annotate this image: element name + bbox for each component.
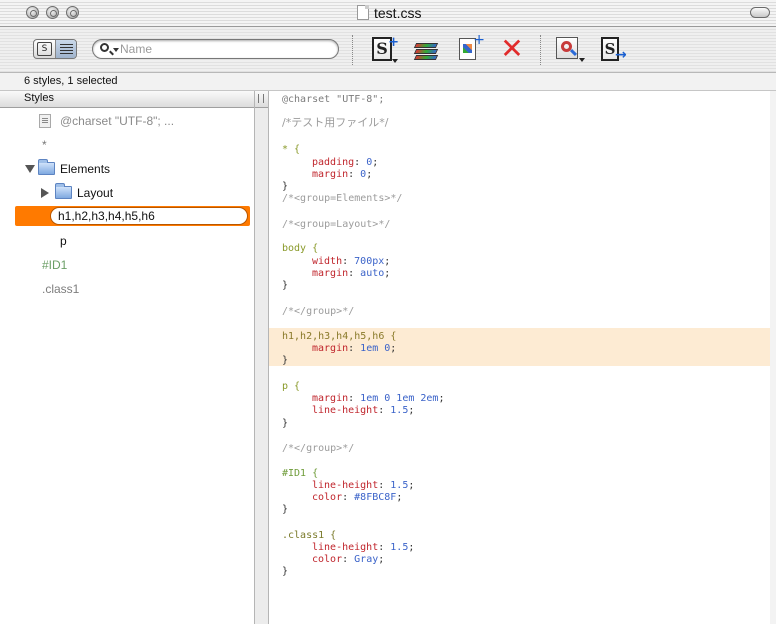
code-declaration: line-height: 1.5; [312, 405, 415, 416]
sidebar-item-label: p [60, 234, 67, 248]
code-group-comment: /*<group=Elements>*/ [282, 193, 403, 204]
editor-scrollbar[interactable] [770, 91, 776, 624]
stack-icon [413, 39, 439, 61]
validate-button[interactable] [553, 35, 585, 65]
pane-splitter[interactable] [255, 91, 269, 624]
sidebar-group-layout[interactable]: Layout [0, 183, 254, 203]
code-group-end-comment: /*</group>*/ [282, 443, 355, 454]
new-style-icon: S + [372, 35, 399, 63]
code-declaration: line-height: 1.5; [312, 542, 415, 553]
style-view-button[interactable]: S [34, 40, 56, 58]
code-selector-headings: h1,h2,h3,h4,h5,h6 { [282, 331, 397, 342]
document-proxy-icon[interactable] [357, 5, 369, 20]
code-charset-line: @charset "UTF-8"; [282, 94, 385, 105]
search-input[interactable] [120, 42, 330, 56]
disclosure-open-icon[interactable] [25, 165, 35, 173]
minimize-window-button[interactable] [46, 6, 59, 19]
new-style-glyph: S [376, 39, 388, 58]
list-view-icon [60, 44, 73, 54]
code-group-comment: /*<group=Layout>*/ [282, 219, 391, 230]
toolbar-separator [540, 35, 542, 65]
export-button[interactable]: S → [597, 35, 629, 65]
sidebar-item-id1[interactable]: #ID1 [0, 255, 254, 275]
delete-button[interactable]: ✕ [496, 35, 528, 65]
code-declaration: line-height: 1.5; [312, 480, 415, 491]
styles-header-label: Styles [24, 92, 54, 104]
sidebar-item-p[interactable]: p [0, 231, 254, 251]
zoom-window-button[interactable] [66, 6, 79, 19]
dropdown-arrow-icon [579, 58, 585, 62]
code-close-brace: } [282, 566, 289, 577]
code-declaration: margin: auto; [312, 268, 391, 279]
folder-icon [38, 159, 55, 175]
sidebar-item-label: Layout [77, 186, 114, 200]
sidebar-item-label: #ID1 [42, 258, 68, 272]
document-add-icon: + [459, 32, 485, 60]
sidebar-item-headings[interactable]: h1,h2,h3,h4,h5,h6 [0, 206, 254, 226]
code-close-brace: } [282, 504, 289, 515]
sidebar-item-universal[interactable]: * [0, 135, 254, 155]
splitter-header [255, 91, 268, 108]
title-bar: test.css [0, 0, 776, 27]
code-declaration: margin: 0; [312, 169, 373, 180]
sidebar-item-label: .class1 [42, 282, 80, 296]
search-icon [100, 43, 109, 52]
close-window-button[interactable] [26, 6, 39, 19]
sidebar-item-label: @charset "UTF-8"; ... [60, 114, 175, 128]
code-declaration: padding: 0; [312, 157, 379, 168]
code-group-end-comment: /*</group>*/ [282, 306, 355, 317]
code-declaration: color: Gray; [312, 554, 385, 565]
style-count-status: 6 styles, 1 selected [24, 75, 118, 87]
styles-column-header[interactable]: Styles [0, 91, 254, 108]
folder-icon [55, 183, 72, 199]
export-icon: S → [601, 37, 627, 63]
splitter-grip-icon[interactable] [258, 94, 264, 103]
code-comment-line: /*テスト用ファイル*/ [282, 116, 389, 129]
list-view-button[interactable] [56, 40, 76, 58]
code-close-brace: } [282, 280, 289, 291]
window-title: test.css [374, 5, 422, 21]
code-selector-universal: * { [282, 144, 301, 155]
toolbar: S S + + [0, 27, 776, 73]
sidebar-item-label: * [42, 138, 47, 152]
new-style-button[interactable]: S + [368, 35, 400, 65]
view-mode-toggle[interactable]: S [33, 39, 77, 59]
dropdown-arrow-icon [392, 59, 398, 63]
disclosure-closed-icon[interactable] [41, 188, 49, 198]
export-glyph: S [604, 40, 616, 58]
sidebar-item-label: Elements [60, 162, 111, 176]
new-file-button[interactable]: + [454, 32, 486, 65]
code-close-brace: } [282, 181, 289, 192]
sidebar-item-label[interactable]: h1,h2,h3,h4,h5,h6 [58, 206, 155, 226]
code-close-brace: } [282, 355, 289, 366]
search-field[interactable] [92, 39, 339, 59]
code-declaration: color: #8FBC8F; [312, 492, 403, 503]
code-selector-body: body { [282, 243, 319, 254]
code-declaration: margin: 1em 0 1em 2em; [312, 393, 445, 404]
code-close-brace: } [282, 418, 289, 429]
plus-icon: + [388, 35, 399, 50]
code-declaration: width: 700px; [312, 256, 391, 267]
css-editor-window: test.css S S + [0, 0, 776, 624]
status-bar: 6 styles, 1 selected [0, 73, 776, 91]
code-selector-p: p { [282, 381, 301, 392]
new-group-button[interactable] [411, 35, 443, 65]
validate-icon [556, 37, 585, 62]
code-selector-id1: #ID1 { [282, 468, 319, 479]
sidebar-group-elements[interactable]: Elements [0, 159, 254, 179]
toolbar-toggle-button[interactable] [750, 7, 770, 18]
sidebar-item-class1[interactable]: .class1 [0, 279, 254, 299]
code-selector-class1: .class1 { [282, 530, 337, 541]
search-menu-chevron-icon[interactable] [113, 48, 119, 52]
toolbar-separator [352, 35, 354, 65]
sidebar-item-charset[interactable]: @charset "UTF-8"; ... [0, 111, 254, 131]
style-view-icon: S [37, 42, 52, 56]
rule-document-icon [39, 114, 51, 128]
code-declaration: margin: 1em 0; [312, 343, 397, 354]
styles-sidebar: Styles @charset "UTF-8"; ... * Elements … [0, 91, 255, 624]
css-code-editor[interactable]: @charset "UTF-8"; /*テスト用ファイル*/ * { paddi… [269, 91, 771, 624]
delete-x-icon: ✕ [500, 32, 524, 65]
plus-icon: + [473, 32, 485, 48]
export-arrow-icon: → [615, 47, 627, 63]
